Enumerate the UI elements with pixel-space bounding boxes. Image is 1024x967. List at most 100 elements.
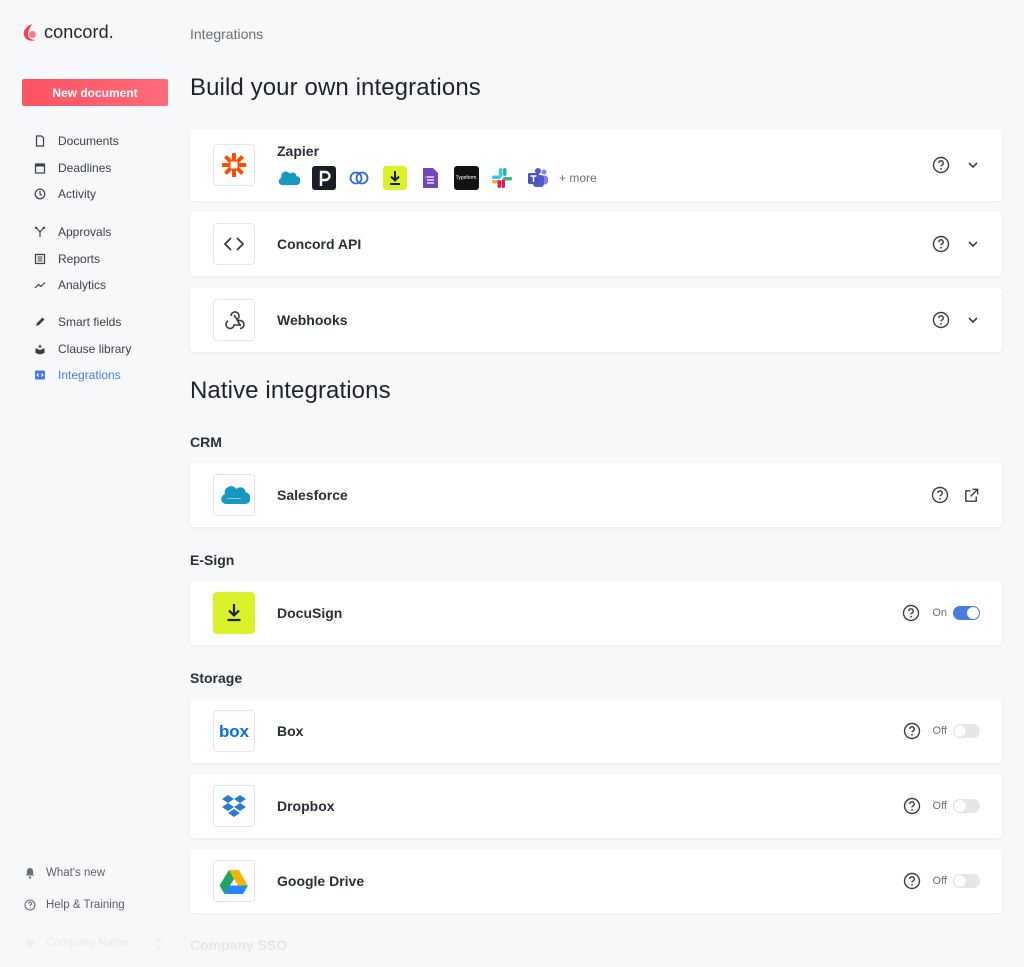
trend-icon [34, 279, 46, 291]
concord-api-name: Concord API [277, 236, 362, 252]
ms-teams-icon [526, 166, 550, 190]
dropbox-toggle[interactable] [953, 799, 980, 813]
fork-icon [34, 226, 46, 238]
esign-section-title: E-Sign [190, 552, 235, 568]
box-icon: box [219, 723, 250, 740]
dropbox-logo [213, 785, 255, 827]
help-circle-icon [24, 899, 36, 911]
reports-icon [34, 253, 46, 265]
company-sso-section-title: Company SSO [190, 937, 288, 953]
chevron-down-icon[interactable] [966, 158, 980, 172]
main-content: Integrations Build your own integrations… [190, 0, 1002, 967]
help-icon[interactable] [932, 156, 950, 174]
google-drive-actions: Off [903, 871, 980, 891]
native-integrations-title: Native integrations [190, 377, 391, 404]
nav-group-tools: Smart fields Clause library Integrations [0, 309, 180, 389]
concord-api-card[interactable]: Concord API [190, 212, 1002, 276]
help-icon[interactable] [931, 486, 949, 504]
slack-icon [490, 166, 514, 190]
sidebar-item-label: Clause library [58, 341, 132, 356]
breadcrumb: Integrations [190, 26, 264, 42]
calendar-icon [34, 162, 46, 174]
zapier-card[interactable]: Zapier Typeform + more [190, 129, 1002, 201]
concord-api-logo [213, 223, 255, 265]
docusign-card[interactable]: DocuSign On [190, 581, 1002, 645]
zapier-icon [222, 153, 246, 177]
sidebar-item-label: Integrations [58, 368, 121, 383]
library-icon [34, 343, 46, 355]
sidebar-item-analytics[interactable]: Analytics [0, 272, 180, 299]
box-card[interactable]: box Box Off [190, 699, 1002, 763]
pen-icon [34, 316, 46, 328]
integrations-icon [34, 369, 46, 381]
help-icon[interactable] [932, 235, 950, 253]
chevron-down-icon[interactable] [966, 237, 980, 251]
docusign-logo [213, 592, 255, 634]
sidebar-item-label: Activity [58, 187, 97, 202]
sidebar-item-integrations[interactable]: Integrations [0, 362, 180, 389]
creative-cloud-icon [347, 166, 371, 190]
sidebar-item-smart-fields[interactable]: Smart fields [0, 309, 180, 336]
sidebar-item-deadlines[interactable]: Deadlines [0, 155, 180, 182]
google-drive-toggle[interactable] [953, 874, 980, 888]
webhooks-name: Webhooks [277, 312, 348, 328]
box-toggle[interactable] [953, 724, 980, 738]
whats-new-link[interactable]: What's new [24, 867, 105, 879]
nav-group-documents: Documents Deadlines Activity [0, 128, 180, 208]
box-name: Box [277, 723, 304, 739]
sidebar-item-approvals[interactable]: Approvals [0, 219, 180, 246]
help-icon[interactable] [903, 872, 921, 890]
sidebar-item-label: Smart fields [58, 315, 122, 330]
company-name: Company Name [46, 937, 130, 949]
salesforce-cloud-icon [221, 486, 250, 505]
brand-name: concord [44, 22, 109, 42]
help-icon[interactable] [902, 604, 920, 622]
docusign-name: DocuSign [277, 605, 343, 621]
sidebar-item-documents[interactable]: Documents [0, 128, 180, 155]
brand-dot: . [108, 22, 114, 42]
zapier-logo [213, 144, 255, 186]
help-icon[interactable] [903, 722, 921, 740]
clock-icon [34, 188, 46, 200]
box-toggle-label: Off [932, 725, 947, 737]
dropbox-name: Dropbox [277, 798, 335, 814]
concord-logo[interactable]: concord. [22, 22, 114, 43]
toggle-knob [954, 725, 966, 737]
help-icon[interactable] [932, 311, 950, 329]
zapier-app-list: Typeform + more [276, 166, 597, 190]
dropbox-icon [222, 795, 246, 817]
sidebar-item-activity[interactable]: Activity [0, 181, 180, 208]
salesforce-logo [213, 474, 255, 516]
sidebar: concord. New document Documents Deadline… [0, 0, 180, 967]
typeform-icon: Typeform [453, 166, 479, 190]
new-document-button[interactable]: New document [22, 79, 168, 106]
docusign-toggle[interactable] [953, 606, 980, 620]
code-icon [223, 237, 245, 251]
bell-icon [24, 867, 36, 879]
concord-api-actions [932, 234, 980, 254]
more-apps-link[interactable]: + more [559, 171, 597, 185]
sidebar-item-clause-library[interactable]: Clause library [0, 336, 180, 363]
sidebar-item-reports[interactable]: Reports [0, 246, 180, 273]
sidebar-item-label: Approvals [58, 225, 112, 240]
gear-icon [24, 937, 36, 949]
help-icon[interactable] [903, 797, 921, 815]
dropbox-card[interactable]: Dropbox Off [190, 774, 1002, 838]
webhooks-card[interactable]: Webhooks [190, 288, 1002, 352]
chevron-down-icon[interactable] [966, 313, 980, 327]
salesforce-card[interactable]: Salesforce [190, 463, 1002, 527]
document-icon [34, 135, 46, 147]
help-training-link[interactable]: Help & Training [24, 899, 125, 911]
webhooks-actions [932, 310, 980, 330]
salesforce-actions [931, 485, 980, 505]
help-training-label: Help & Training [46, 899, 125, 911]
docusign-icon [227, 604, 241, 622]
toggle-knob [954, 875, 966, 887]
svg-text:box: box [219, 723, 250, 740]
webhooks-logo [213, 299, 255, 341]
google-drive-toggle-label: Off [932, 875, 947, 887]
google-drive-card[interactable]: Google Drive Off [190, 849, 1002, 913]
external-link-icon[interactable] [963, 487, 980, 504]
dropbox-actions: Off [903, 796, 980, 816]
company-switcher[interactable]: Company Name [24, 937, 164, 950]
